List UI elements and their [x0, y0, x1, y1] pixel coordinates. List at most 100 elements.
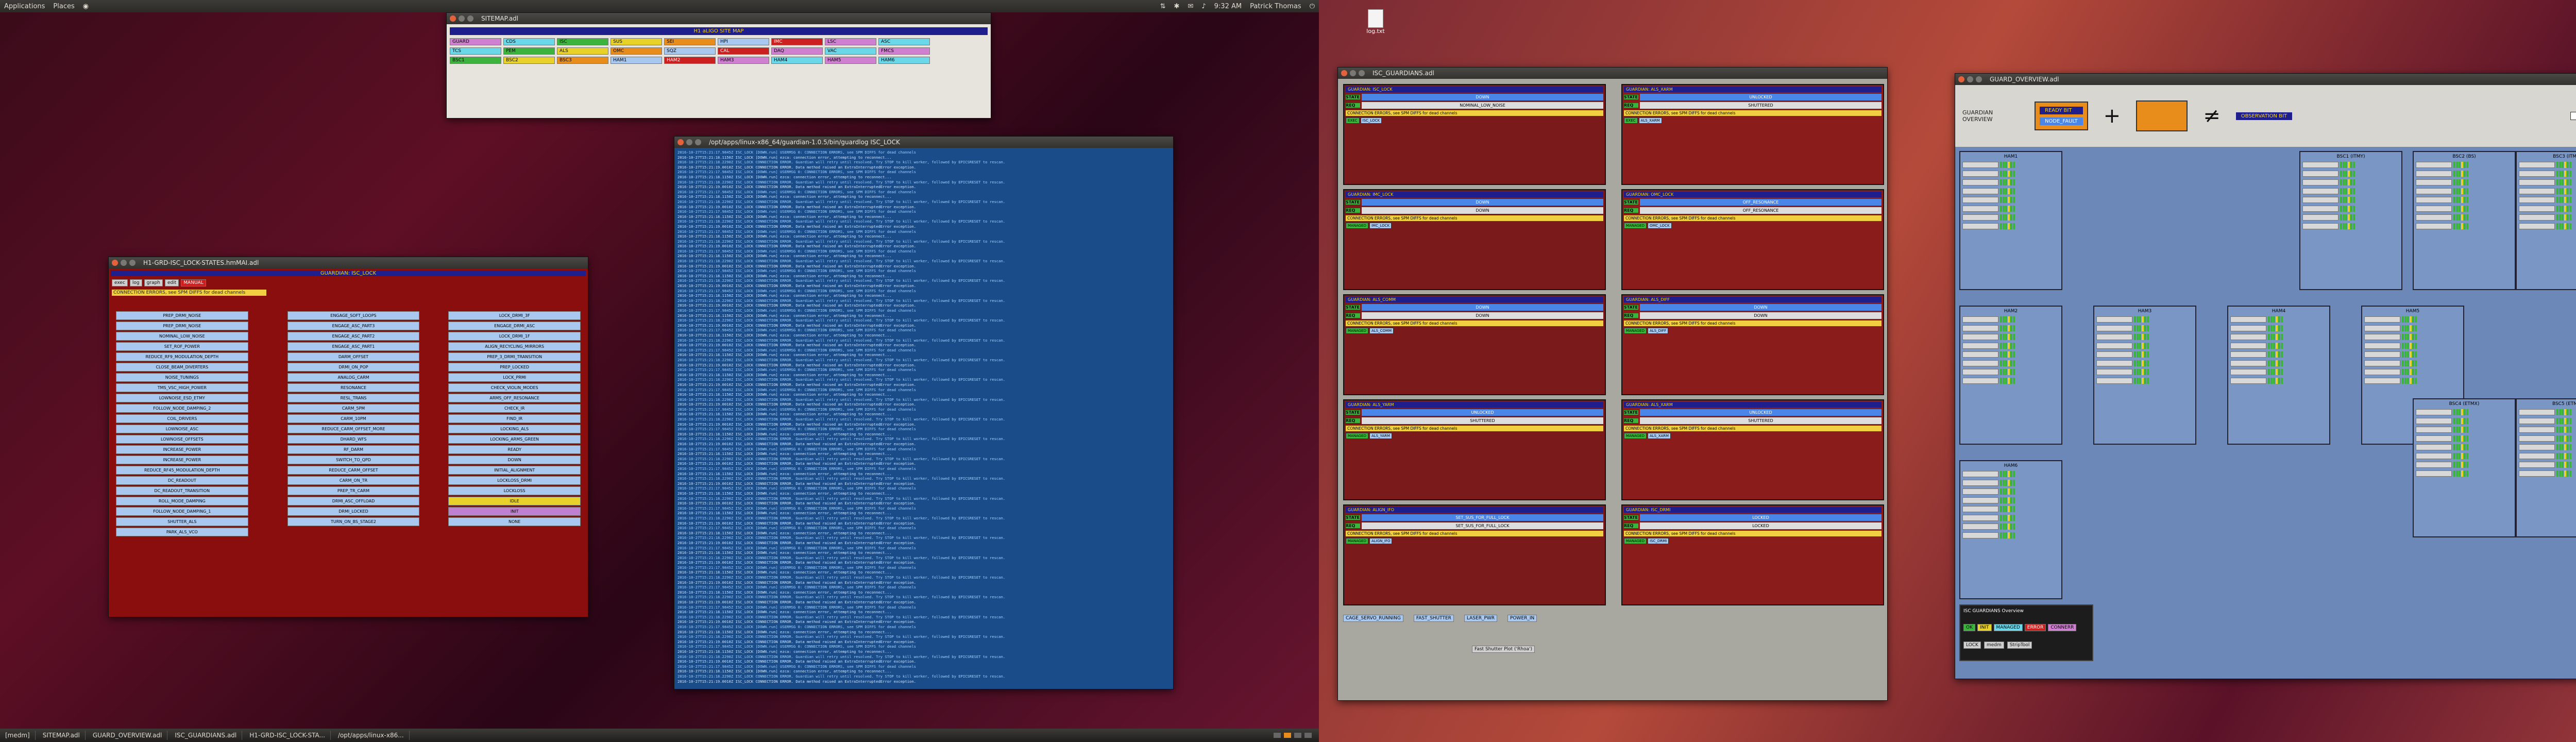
node-button[interactable] [2416, 223, 2452, 229]
state-button[interactable]: LOWNOISE_OFFSETS [116, 435, 248, 444]
node-button[interactable] [2364, 369, 2400, 375]
state-button[interactable]: LOCKLOSS_DRMI [448, 476, 581, 485]
bottom-tab[interactable]: LOCK [1963, 642, 1981, 649]
node-button[interactable] [2416, 162, 2452, 168]
state-button[interactable]: ENGAGE_ASC_PART3 [287, 322, 420, 330]
node-button[interactable] [2302, 223, 2338, 229]
node-button[interactable] [2519, 462, 2555, 468]
node-button[interactable] [2519, 444, 2555, 450]
state-button[interactable]: CARM_ON_TR [287, 476, 420, 485]
state-button[interactable]: CARM_10PM [287, 414, 420, 423]
minimize-icon[interactable] [1967, 76, 1973, 82]
state-button[interactable]: ENGAGE_ASC_PART1 [287, 342, 420, 351]
node-button[interactable] [2096, 325, 2132, 331]
sitemap-button[interactable]: HAM4 [771, 57, 823, 64]
fast-shutter-plot-button[interactable]: Fast Shutter Plot ('Rhoa') [1472, 646, 1535, 653]
mode-badge[interactable]: MANUAL [181, 279, 206, 286]
tab-exec[interactable]: exec [112, 279, 128, 286]
mode-badge[interactable]: EXEC [1346, 117, 1360, 124]
state-button[interactable]: RF_DARM [287, 445, 420, 454]
node-button[interactable]: ISC_DRMI [1647, 538, 1669, 544]
sitemap-button[interactable]: IMC [771, 38, 823, 45]
state-button[interactable]: PARK_ALS_VCO [116, 528, 248, 536]
minimize-icon[interactable] [686, 139, 692, 145]
node-button[interactable]: ALS_XARM [1647, 433, 1671, 439]
state-button[interactable]: DC_READOUT [116, 476, 248, 485]
node-button[interactable] [2230, 325, 2266, 331]
node-button[interactable]: ISC_LOCK [1360, 117, 1382, 124]
mode-badge[interactable]: MANAGED [1624, 328, 1647, 334]
node-button[interactable] [2364, 378, 2400, 384]
sitemap-button[interactable]: ALS [557, 47, 608, 55]
node-button[interactable] [2096, 334, 2132, 340]
node-button[interactable] [2416, 197, 2452, 203]
node-button[interactable] [2364, 334, 2400, 340]
node-button[interactable] [1962, 325, 1998, 331]
node-button[interactable] [2519, 435, 2555, 442]
state-button[interactable]: READY [448, 445, 581, 454]
node-button[interactable]: ALS_XARM [1638, 117, 1662, 124]
state-button[interactable]: INCREASE_POWER [116, 456, 248, 464]
node-button[interactable] [2230, 360, 2266, 366]
state-button[interactable]: SET_ROF_POWER [116, 342, 248, 351]
state-button[interactable]: ENGAGE_SOFT_LOOPS [287, 311, 420, 320]
node-button[interactable] [1962, 351, 1998, 358]
node-button[interactable] [2364, 325, 2400, 331]
tab-edit[interactable]: edit [165, 279, 179, 286]
tab-log[interactable]: log [129, 279, 142, 286]
state-button[interactable]: LOWNOISE_ASC [116, 425, 248, 433]
state-button[interactable]: TMS_VSC_HIGH_POWER [116, 383, 248, 392]
node-button[interactable]: ALS_DIFF [1647, 328, 1669, 334]
state-button[interactable]: SHUTTER_ALS [116, 517, 248, 526]
node-button[interactable] [1962, 334, 1998, 340]
state-button[interactable]: PREP_TR_CARM [287, 486, 420, 495]
node-button[interactable] [2364, 351, 2400, 358]
sitemap-button[interactable]: LSC [825, 38, 876, 45]
request-select[interactable]: DOWN [1362, 207, 1603, 214]
node-button[interactable] [2230, 316, 2266, 323]
mode-badge[interactable]: MANAGED [1346, 223, 1368, 229]
request-select[interactable]: OFF_RESONANCE [1640, 207, 1882, 214]
node-button[interactable] [2096, 378, 2132, 384]
node-button[interactable] [1962, 515, 1998, 521]
node-button[interactable] [1962, 214, 1998, 221]
node-button[interactable] [1962, 497, 1998, 503]
state-button[interactable]: LOCKING_ALS [448, 425, 581, 433]
node-button[interactable] [1962, 197, 1998, 203]
mode-badge[interactable]: MANAGED [1346, 538, 1368, 544]
state-button[interactable]: REDUCE_RF9_MODULATION_DEPTH [116, 352, 248, 361]
maximize-icon[interactable] [129, 260, 135, 266]
node-button[interactable] [2519, 197, 2555, 203]
node-button[interactable] [2416, 188, 2452, 194]
node-button[interactable] [2416, 206, 2452, 212]
titlebar[interactable]: GUARD_OVERVIEW.adl [1955, 74, 2576, 85]
node-button[interactable] [1962, 506, 1998, 512]
state-button[interactable]: REDUCE_RF45_MODULATION_DEPTH [116, 466, 248, 475]
node-button[interactable] [2230, 351, 2266, 358]
node-button[interactable] [1962, 206, 1998, 212]
maximize-icon[interactable] [695, 139, 701, 145]
taskbar-item-guardians[interactable]: ISC_GUARDIANS.adl [170, 731, 243, 740]
state-button[interactable]: CARM_5PM [287, 404, 420, 413]
state-button[interactable]: PREP_DRMI_NOISE [116, 311, 248, 320]
minimize-icon[interactable] [459, 15, 465, 22]
state-button[interactable]: DC_READOUT_TRANSITION [116, 486, 248, 495]
sitemap-button[interactable]: PEM [503, 47, 555, 55]
node-button[interactable] [2096, 351, 2132, 358]
bottom-tab[interactable]: medm [1984, 642, 2004, 649]
state-button[interactable]: NONE [448, 517, 581, 526]
node-button[interactable] [2096, 343, 2132, 349]
state-button[interactable]: COIL_DRIVERS [116, 414, 248, 423]
node-button[interactable] [1962, 524, 1998, 530]
node-button[interactable] [2302, 188, 2338, 194]
node-button[interactable] [2302, 206, 2338, 212]
request-select[interactable]: NOMINAL_LOW_NOISE [1362, 102, 1603, 109]
state-button[interactable]: RESONANCE [287, 383, 420, 392]
node-button[interactable] [2230, 369, 2266, 375]
node-button[interactable] [2519, 453, 2555, 459]
node-button[interactable] [2416, 462, 2452, 468]
node-button[interactable] [2519, 206, 2555, 212]
state-button[interactable]: LOCK_DRMI_1F [448, 332, 581, 341]
sitemap-button[interactable]: ASC [878, 38, 930, 45]
sitemap-button[interactable]: HAM5 [825, 57, 876, 64]
